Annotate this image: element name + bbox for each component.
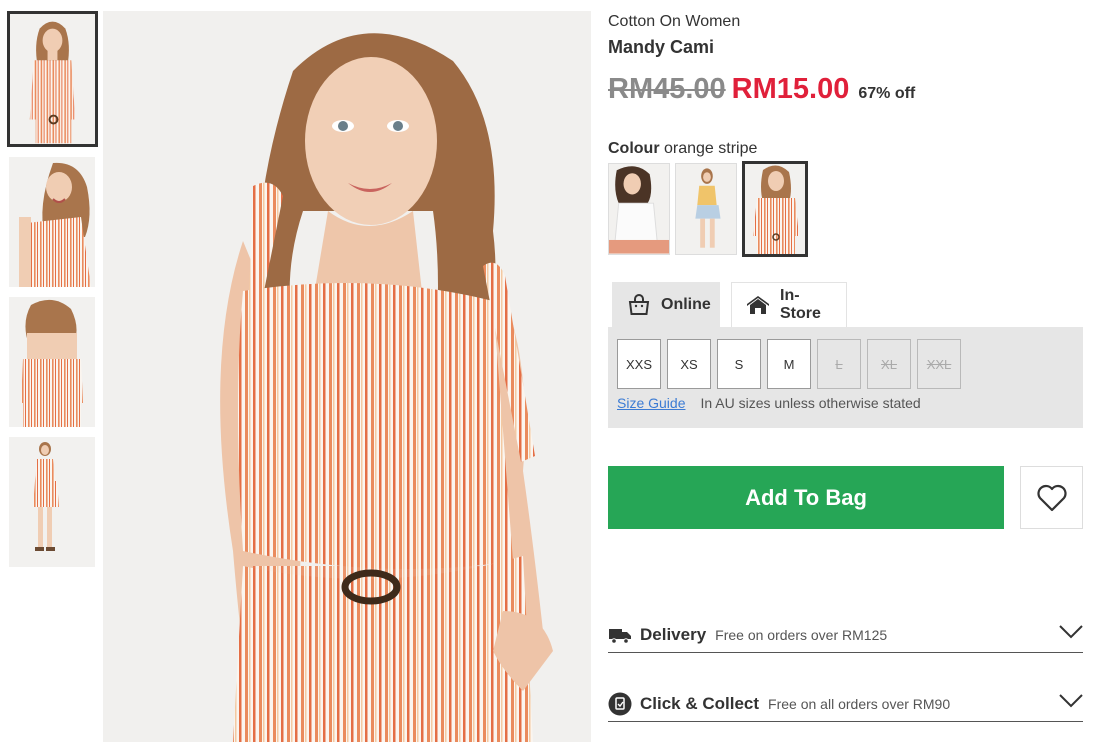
availability-tabs: Online In-Store bbox=[612, 282, 847, 327]
thumbnail-back-image bbox=[9, 297, 95, 427]
delivery-title: Delivery bbox=[640, 624, 707, 644]
delivery-subtitle: Free on orders over RM125 bbox=[715, 626, 888, 643]
tab-in-store[interactable]: In-Store bbox=[731, 282, 847, 327]
size-xxl: XXL bbox=[917, 339, 961, 389]
add-to-bag-button[interactable]: Add To Bag bbox=[608, 466, 1004, 529]
delivery-accordion[interactable]: Delivery Free on orders over RM125 bbox=[608, 617, 1083, 653]
price-row: RM45.00 RM15.00 67% off bbox=[608, 73, 915, 106]
thumbnail-front-view[interactable] bbox=[7, 11, 98, 147]
colour-heading: Colour bbox=[608, 140, 660, 157]
chevron-down-icon bbox=[1059, 692, 1083, 708]
product-name: Mandy Cami bbox=[608, 37, 715, 57]
colour-label: Colour orange stripe bbox=[608, 140, 757, 158]
thumbnail-front-image bbox=[10, 14, 95, 144]
colour-swatches bbox=[608, 161, 813, 257]
tab-online-label: Online bbox=[661, 296, 711, 313]
tab-in-store-label: In-Store bbox=[780, 287, 821, 322]
discount-badge: 67% off bbox=[858, 85, 916, 102]
size-l: L bbox=[817, 339, 861, 389]
wishlist-button[interactable] bbox=[1020, 466, 1083, 529]
size-guide-link[interactable]: Size Guide bbox=[617, 395, 685, 411]
brand-name[interactable]: Cotton On Women bbox=[608, 13, 740, 31]
shopping-bag-icon bbox=[627, 293, 651, 317]
click-collect-subtitle: Free on all orders over RM90 bbox=[768, 695, 951, 712]
swatch-orange-stripe-image bbox=[745, 164, 805, 254]
click-collect-accordion[interactable]: Click & Collect Free on all orders over … bbox=[608, 686, 1083, 722]
product-info-panel: Cotton On Women Mandy Cami RM45.00 RM15.… bbox=[608, 0, 1084, 755]
size-m[interactable]: M bbox=[767, 339, 811, 389]
selected-colour: orange stripe bbox=[664, 140, 758, 157]
swatch-white[interactable] bbox=[608, 163, 670, 255]
size-options: XXS XS S M L XL XXL bbox=[617, 339, 967, 389]
size-s[interactable]: S bbox=[717, 339, 761, 389]
size-selector-panel: XXS XS S M L XL XXL Size Guide In AU siz… bbox=[608, 327, 1083, 428]
size-xl: XL bbox=[867, 339, 911, 389]
store-icon bbox=[746, 293, 770, 317]
thumbnail-gallery bbox=[7, 11, 98, 577]
original-price: RM45.00 bbox=[608, 73, 726, 105]
thumbnail-full-length-view[interactable] bbox=[9, 437, 95, 567]
size-note: In AU sizes unless otherwise stated bbox=[700, 395, 921, 411]
model-photo bbox=[103, 11, 591, 742]
size-xxs[interactable]: XXS bbox=[617, 339, 661, 389]
size-footer: Size Guide In AU sizes unless otherwise … bbox=[617, 395, 921, 411]
tab-online[interactable]: Online bbox=[612, 282, 720, 327]
thumbnail-smiling-view[interactable] bbox=[9, 157, 95, 287]
swatch-orange-stripe[interactable] bbox=[742, 161, 808, 257]
thumbnail-back-view[interactable] bbox=[9, 297, 95, 427]
swatch-yellow[interactable] bbox=[675, 163, 737, 255]
sale-price: RM15.00 bbox=[731, 73, 850, 105]
main-product-image[interactable] bbox=[103, 11, 591, 742]
size-xs[interactable]: XS bbox=[667, 339, 711, 389]
swatch-white-image bbox=[609, 164, 669, 254]
thumbnail-full-length-image bbox=[9, 437, 95, 567]
heart-icon bbox=[1036, 484, 1067, 511]
truck-icon bbox=[608, 623, 632, 647]
click-collect-icon bbox=[608, 692, 632, 716]
click-collect-title: Click & Collect bbox=[640, 693, 760, 713]
swatch-yellow-image bbox=[676, 164, 736, 254]
chevron-down-icon bbox=[1059, 623, 1083, 639]
thumbnail-smiling-image bbox=[9, 157, 95, 287]
